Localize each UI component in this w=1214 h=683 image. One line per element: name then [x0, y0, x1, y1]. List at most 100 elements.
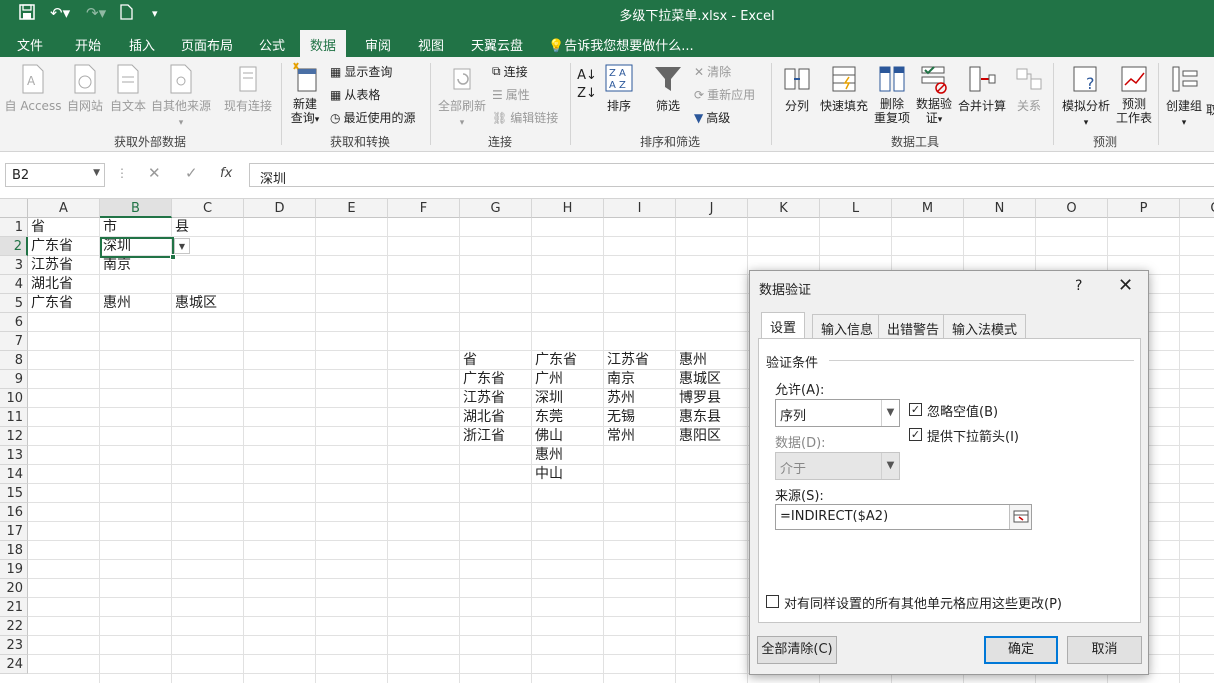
from-other-sources-button[interactable]: 自其他来源 ▾: [150, 63, 212, 128]
recent-sources-button[interactable]: ◷ 最近使用的源: [330, 109, 416, 126]
column-header-f[interactable]: F: [388, 199, 460, 218]
column-header-a[interactable]: A: [28, 199, 100, 218]
column-header-e[interactable]: E: [316, 199, 388, 218]
cell-j8[interactable]: 惠州: [676, 351, 707, 370]
cell-h8[interactable]: 广东省: [532, 351, 577, 370]
cell-a5[interactable]: 广东省: [28, 294, 73, 313]
forecast-sheet-button[interactable]: 预测 工作表: [1114, 63, 1154, 125]
column-header-j[interactable]: J: [676, 199, 748, 218]
filter-button[interactable]: 筛选: [650, 63, 686, 114]
column-header-m[interactable]: M: [892, 199, 964, 218]
tab-home[interactable]: 开始: [75, 35, 101, 54]
row-header-8[interactable]: 8: [0, 351, 28, 370]
close-button[interactable]: ✕: [1118, 275, 1133, 296]
cell-i10[interactable]: 苏州: [604, 389, 635, 408]
cell-b5[interactable]: 惠州: [100, 294, 131, 313]
cell-h10[interactable]: 深圳: [532, 389, 563, 408]
properties-button[interactable]: ☰ 属性: [492, 86, 530, 103]
cell-g12[interactable]: 浙江省: [460, 427, 505, 446]
from-table-button[interactable]: ▦ 从表格: [330, 86, 380, 103]
sort-button[interactable]: Z AA Z 排序: [602, 63, 636, 114]
cell-h12[interactable]: 佛山: [532, 427, 563, 446]
tab-view[interactable]: 视图: [418, 35, 444, 54]
row-header-7[interactable]: 7: [0, 332, 28, 351]
row-header-10[interactable]: 10: [0, 389, 28, 408]
from-web-button[interactable]: 自网站: [64, 63, 106, 114]
cell-g9[interactable]: 广东省: [460, 370, 505, 389]
column-header-i[interactable]: I: [604, 199, 676, 218]
tab-formulas[interactable]: 公式: [259, 35, 285, 54]
edit-links-button[interactable]: ⛓ 编辑链接: [492, 109, 558, 126]
row-header-4[interactable]: 4: [0, 275, 28, 294]
cell-b3[interactable]: 南京: [100, 256, 131, 275]
cancel-button[interactable]: 取消: [1067, 636, 1142, 664]
connections-button[interactable]: ⧉ 连接: [492, 63, 528, 80]
name-box[interactable]: B2 ▼: [5, 163, 105, 187]
tell-me-box[interactable]: 💡告诉我您想要做什么...: [548, 35, 694, 54]
row-header-23[interactable]: 23: [0, 636, 28, 655]
row-header-20[interactable]: 20: [0, 579, 28, 598]
row-header-12[interactable]: 12: [0, 427, 28, 446]
cell-i12[interactable]: 常州: [604, 427, 635, 446]
formula-input[interactable]: 深圳: [249, 163, 1214, 187]
row-header-13[interactable]: 13: [0, 446, 28, 465]
column-header-k[interactable]: K: [748, 199, 820, 218]
row-header-6[interactable]: 6: [0, 313, 28, 332]
row-header-17[interactable]: 17: [0, 522, 28, 541]
clear-button[interactable]: ✕ 清除: [694, 63, 731, 80]
sort-ascending-button[interactable]: A↓ Z↓: [576, 67, 598, 103]
cell-i8[interactable]: 江苏省: [604, 351, 649, 370]
help-button[interactable]: ?: [1075, 278, 1082, 294]
consolidate-button[interactable]: 合并计算: [956, 63, 1008, 114]
refresh-all-button[interactable]: 全部刷新 ▾: [436, 63, 488, 128]
cell-j12[interactable]: 惠阳区: [676, 427, 721, 446]
cell-i9[interactable]: 南京: [604, 370, 635, 389]
fill-handle[interactable]: [170, 254, 176, 260]
row-header-15[interactable]: 15: [0, 484, 28, 503]
cell-b1[interactable]: 市: [100, 218, 117, 237]
range-picker-icon[interactable]: [1009, 505, 1031, 529]
reapply-button[interactable]: ⟳ 重新应用: [694, 86, 755, 103]
insert-function-icon[interactable]: fx: [220, 166, 232, 181]
cell-a1[interactable]: 省: [28, 218, 45, 237]
row-header-18[interactable]: 18: [0, 541, 28, 560]
column-header-n[interactable]: N: [964, 199, 1036, 218]
row-header-3[interactable]: 3: [0, 256, 28, 275]
cancel-icon[interactable]: ✕: [148, 164, 161, 182]
clear-all-button[interactable]: 全部清除(C): [757, 636, 837, 664]
row-header-14[interactable]: 14: [0, 465, 28, 484]
column-header-c[interactable]: C: [172, 199, 244, 218]
row-header-11[interactable]: 11: [0, 408, 28, 427]
ok-button[interactable]: 确定: [984, 636, 1058, 664]
cell-c1[interactable]: 县: [172, 218, 189, 237]
allow-select[interactable]: 序列 ▼: [775, 399, 900, 427]
tab-data[interactable]: 数据: [300, 30, 347, 57]
select-all-corner[interactable]: [0, 199, 28, 218]
row-header-22[interactable]: 22: [0, 617, 28, 636]
cell-h9[interactable]: 广州: [532, 370, 563, 389]
ignore-blank-checkbox[interactable]: ✓: [909, 403, 922, 416]
cell-g10[interactable]: 江苏省: [460, 389, 505, 408]
tab-file[interactable]: 文件: [17, 35, 43, 54]
show-queries-button[interactable]: ▦ 显示查询: [330, 63, 392, 80]
tab-review[interactable]: 审阅: [365, 35, 391, 54]
existing-connections-button[interactable]: 现有连接: [220, 63, 276, 114]
column-header-l[interactable]: L: [820, 199, 892, 218]
enter-icon[interactable]: ✓: [185, 164, 198, 182]
remove-duplicates-button[interactable]: 删除 重复项: [872, 63, 912, 125]
tab-ime-mode[interactable]: 输入法模式: [943, 314, 1027, 338]
from-text-button[interactable]: 自文本: [108, 63, 148, 114]
row-header-24[interactable]: 24: [0, 655, 28, 674]
text-to-columns-button[interactable]: 分列: [780, 63, 814, 114]
column-header-p[interactable]: P: [1108, 199, 1180, 218]
row-header-5[interactable]: 5: [0, 294, 28, 313]
cell-j11[interactable]: 惠东县: [676, 408, 721, 427]
source-input[interactable]: =INDIRECT($A2): [775, 504, 1032, 530]
group-button[interactable]: 创建组 ▾: [1164, 63, 1204, 128]
cell-c5[interactable]: 惠城区: [172, 294, 217, 313]
row-header-1[interactable]: 1: [0, 218, 28, 237]
tab-input-message[interactable]: 输入信息: [812, 314, 883, 338]
tab-settings[interactable]: 设置: [761, 312, 806, 339]
cell-g11[interactable]: 湖北省: [460, 408, 505, 427]
column-header-o[interactable]: O: [1036, 199, 1108, 218]
